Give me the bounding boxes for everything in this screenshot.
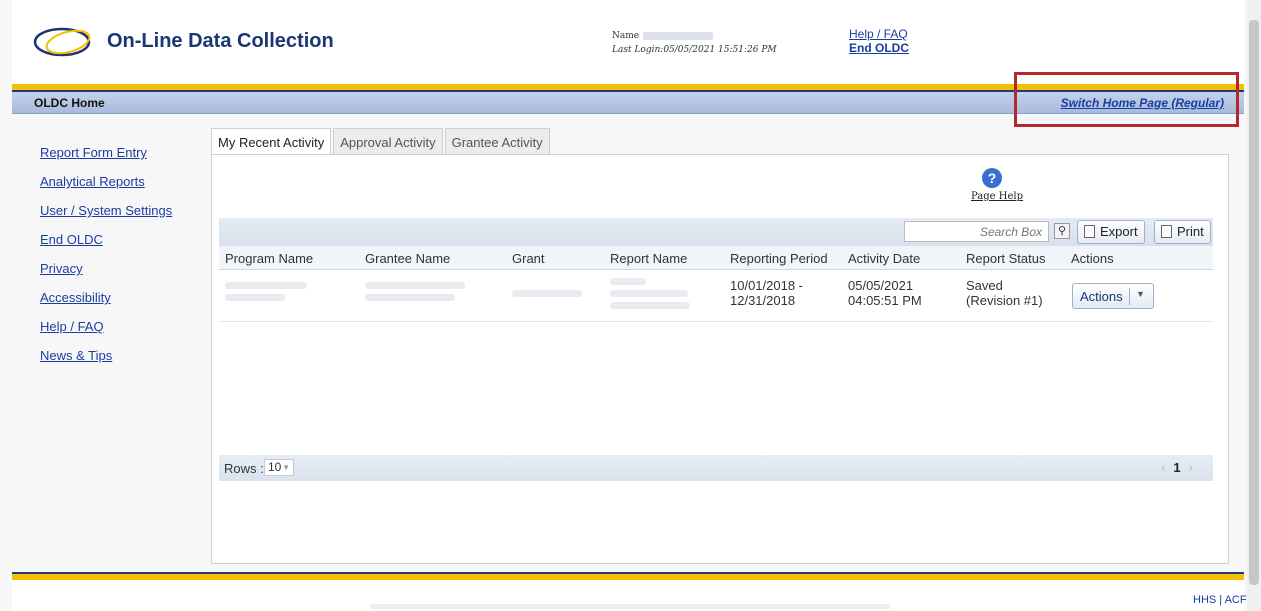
prev-page-icon[interactable]: ‹ (1161, 460, 1165, 475)
sidebar-item-accessibility[interactable]: Accessibility (40, 290, 172, 319)
cell-grantee-name-redacted (365, 278, 475, 306)
name-label: Name (612, 31, 640, 41)
export-icon (1084, 225, 1095, 238)
user-name-redacted (643, 31, 714, 40)
col-program-name[interactable]: Program Name (225, 251, 313, 266)
page-help-link[interactable]: Page Help (971, 191, 1023, 202)
export-label: Export (1100, 224, 1138, 239)
cell-grant-redacted (512, 286, 592, 302)
cell-report-name-redacted (610, 274, 710, 314)
sidebar-item-report-form-entry[interactable]: Report Form Entry (40, 145, 172, 174)
actions-dropdown-button[interactable]: Actions ▼ (1072, 283, 1154, 309)
col-report-name[interactable]: Report Name (610, 251, 687, 266)
activity-tabs: My Recent Activity Approval Activity Gra… (211, 128, 552, 156)
print-label: Print (1177, 224, 1204, 239)
cell-reporting-period: 10/01/2018 - 12/31/2018 (730, 278, 804, 308)
grid-toolbar: ⚲ Export Print (219, 218, 1213, 246)
sidebar-item-privacy[interactable]: Privacy (40, 261, 172, 290)
col-reporting-period[interactable]: Reporting Period (730, 251, 828, 266)
pager: ‹ 1 › (1161, 460, 1193, 475)
oldc-logo-icon (33, 27, 91, 57)
export-button[interactable]: Export (1077, 220, 1145, 244)
last-login-value: 05/05/2021 15:51:26 PM (663, 45, 777, 55)
scrollbar-thumb[interactable] (1249, 20, 1259, 585)
col-actions: Actions (1071, 251, 1114, 266)
rows-per-page-select[interactable]: 10 ▼ (264, 459, 294, 476)
cell-program-name-redacted (225, 278, 315, 306)
chevron-down-icon: ▼ (282, 463, 290, 472)
tab-my-recent-activity[interactable]: My Recent Activity (211, 128, 332, 156)
sidebar-item-end-oldc[interactable]: End OLDC (40, 232, 172, 261)
actions-label: Actions (1080, 289, 1123, 304)
sidebar-item-analytical-reports[interactable]: Analytical Reports (40, 174, 172, 203)
grid-header: Program Name Grantee Name Grant Report N… (219, 246, 1213, 270)
sidebar-item-news-tips[interactable]: News & Tips (40, 348, 172, 377)
chevron-down-icon: ▼ (1136, 289, 1145, 299)
footer-links[interactable]: HHS | ACF (1193, 594, 1247, 606)
page-scrollbar[interactable] (1247, 0, 1261, 611)
login-info: Name Last Login:05/05/2021 15:51:26 PM (612, 29, 777, 57)
content-panel (211, 154, 1229, 564)
current-page: 1 (1173, 460, 1181, 475)
header-links: Help / FAQ End OLDC (849, 27, 909, 55)
search-input[interactable] (904, 221, 1049, 242)
highlight-annotation-box (1014, 72, 1239, 127)
col-grantee-name[interactable]: Grantee Name (365, 251, 450, 266)
tab-approval-activity[interactable]: Approval Activity (333, 128, 443, 155)
col-report-status[interactable]: Report Status (966, 251, 1046, 266)
col-grant[interactable]: Grant (512, 251, 545, 266)
cell-report-status: Saved (Revision #1) (966, 278, 1043, 308)
app-title: On-Line Data Collection (107, 30, 334, 52)
next-page-icon[interactable]: › (1189, 460, 1193, 475)
help-question-icon[interactable]: ? (982, 168, 1002, 188)
breadcrumb: OLDC Home (34, 96, 105, 110)
print-button[interactable]: Print (1154, 220, 1211, 244)
print-icon (1161, 225, 1172, 238)
end-oldc-link[interactable]: End OLDC (849, 41, 909, 55)
rows-label: Rows : (224, 461, 264, 476)
search-icon[interactable]: ⚲ (1054, 223, 1070, 239)
sidebar-item-help-faq[interactable]: Help / FAQ (40, 319, 172, 348)
col-activity-date[interactable]: Activity Date (848, 251, 920, 266)
table-row[interactable]: 10/01/2018 - 12/31/2018 05/05/2021 04:05… (219, 270, 1213, 322)
footer-text-redacted (370, 604, 890, 609)
grid-footer: Rows : 10 ▼ ‹ 1 › (219, 455, 1213, 481)
last-login-label: Last Login: (612, 45, 664, 55)
tab-grantee-activity[interactable]: Grantee Activity (444, 128, 550, 155)
help-faq-link[interactable]: Help / FAQ (849, 27, 909, 41)
cell-activity-date: 05/05/2021 04:05:51 PM (848, 278, 922, 308)
sidebar: Report Form Entry Analytical Reports Use… (40, 145, 172, 377)
sidebar-item-user-system-settings[interactable]: User / System Settings (40, 203, 172, 232)
